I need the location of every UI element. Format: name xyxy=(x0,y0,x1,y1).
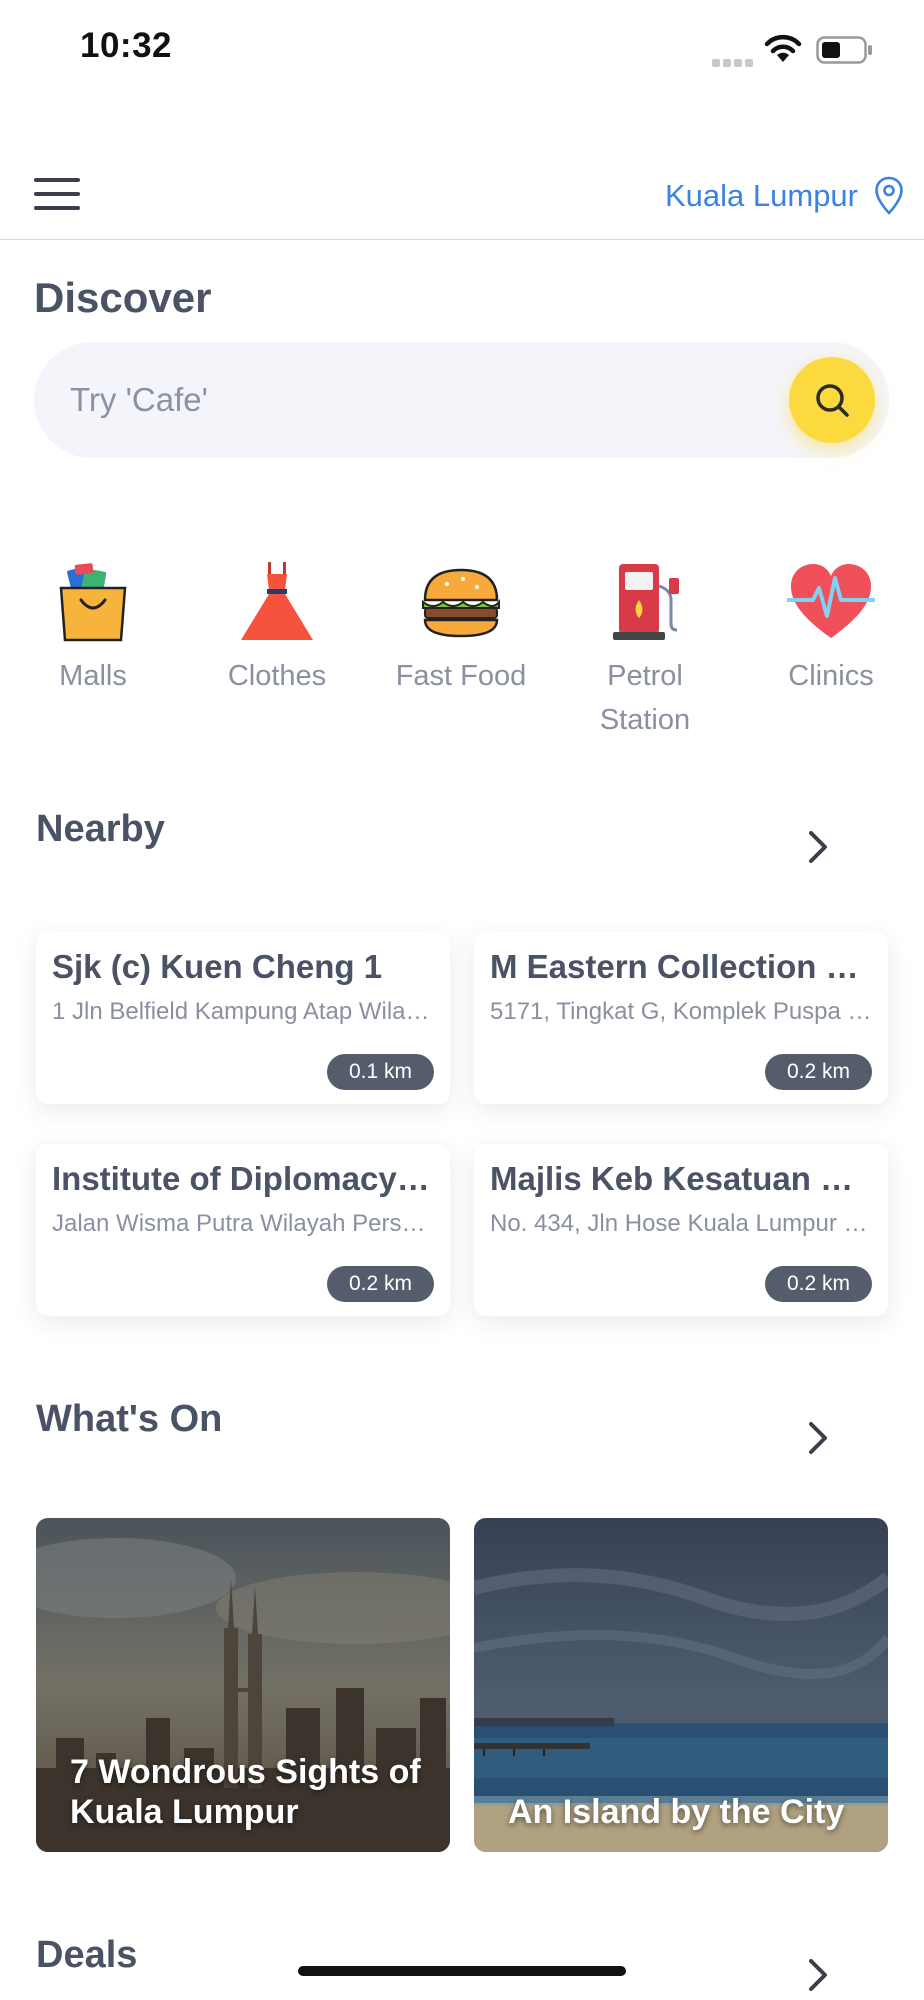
wifi-icon xyxy=(764,34,802,62)
discover-title: Discover xyxy=(34,274,212,321)
whats-on-title: What's On xyxy=(36,1398,223,1440)
burger-icon xyxy=(422,568,500,638)
map-pin-icon xyxy=(875,176,903,215)
place-address: No. 434, Jln Hose Kuala Lumpur Wilayah xyxy=(490,1210,874,1237)
nearby-place-card[interactable]: Institute of Diplomacy and Foreign Relat… xyxy=(36,1144,450,1316)
category-petrol-station[interactable]: Petrol Station xyxy=(575,560,715,742)
search-button[interactable] xyxy=(789,357,875,443)
distance-badge: 0.1 km xyxy=(326,1054,434,1090)
place-name: Sjk (c) Kuen Cheng 1 xyxy=(52,948,383,985)
hamburger-menu-icon[interactable] xyxy=(34,174,80,214)
whats-on-card[interactable]: 7 Wondrous Sights of Kuala Lumpur xyxy=(36,1518,450,1852)
shopping-bag-icon xyxy=(59,563,127,642)
distance-badge: 0.2 km xyxy=(764,1266,872,1302)
cellular-signal-icon xyxy=(712,54,756,67)
category-fast-food[interactable]: Fast Food xyxy=(391,560,531,698)
nearby-place-card[interactable]: Sjk (c) Kuen Cheng 1 1 Jln Belfield Kamp… xyxy=(36,932,450,1104)
place-name: Institute of Diplomacy and Foreign Relat… xyxy=(52,1160,436,1197)
city-label: Kuala Lumpur xyxy=(664,178,858,213)
nearby-place-card[interactable]: Majlis Keb Kesatuan Pemuda No. 434, Jln … xyxy=(474,1144,888,1316)
battery-icon xyxy=(816,36,872,64)
category-malls[interactable]: Malls xyxy=(23,560,163,698)
deals-chevron-right-icon[interactable] xyxy=(803,1955,833,1995)
category-clinics[interactable]: Clinics xyxy=(761,560,901,698)
search-icon xyxy=(816,384,849,417)
place-name: M Eastern Collection Sdn Bhd xyxy=(490,948,874,985)
category-label: Petrol Station xyxy=(599,660,691,736)
status-bar: 10:32 xyxy=(0,0,924,100)
category-clothes[interactable]: Clothes xyxy=(207,560,347,698)
nearby-chevron-right-icon[interactable] xyxy=(803,827,833,867)
place-address: Jalan Wisma Putra Wilayah Persekutuan xyxy=(52,1210,436,1237)
fuel-pump-icon xyxy=(613,564,679,640)
category-label: Clinics xyxy=(788,660,874,692)
nearby-title: Nearby xyxy=(36,808,165,850)
category-label: Malls xyxy=(59,660,127,692)
category-label: Clothes xyxy=(227,660,327,692)
whats-on-chevron-right-icon[interactable] xyxy=(803,1418,833,1458)
whats-on-card-title: An Island by the City xyxy=(508,1793,845,1831)
home-indicator xyxy=(298,1966,626,1976)
heart-pulse-icon xyxy=(787,564,875,638)
distance-badge: 0.2 km xyxy=(764,1054,872,1090)
place-address: 5171, Tingkat G, Komplek Puspa Kuala Lum… xyxy=(490,998,874,1025)
location-selector[interactable]: Kuala Lumpur xyxy=(665,176,904,216)
whats-on-card[interactable]: An Island by the City xyxy=(474,1518,888,1852)
search-bar xyxy=(34,342,889,458)
place-name: Majlis Keb Kesatuan Pemuda xyxy=(490,1160,874,1197)
search-input[interactable] xyxy=(70,370,770,430)
category-label: Fast Food xyxy=(395,660,527,692)
place-address: 1 Jln Belfield Kampung Atap Wilayah Pers… xyxy=(52,998,436,1025)
distance-badge: 0.2 km xyxy=(326,1266,434,1302)
status-time: 10:32 xyxy=(80,26,173,65)
whats-on-card-title: 7 Wondrous Sights of Kuala Lumpur xyxy=(70,1753,421,1831)
deals-title: Deals xyxy=(36,1934,138,1976)
nearby-place-card[interactable]: M Eastern Collection Sdn Bhd 5171, Tingk… xyxy=(474,932,888,1104)
app-header: Kuala Lumpur xyxy=(0,160,924,240)
dress-icon xyxy=(241,562,313,640)
